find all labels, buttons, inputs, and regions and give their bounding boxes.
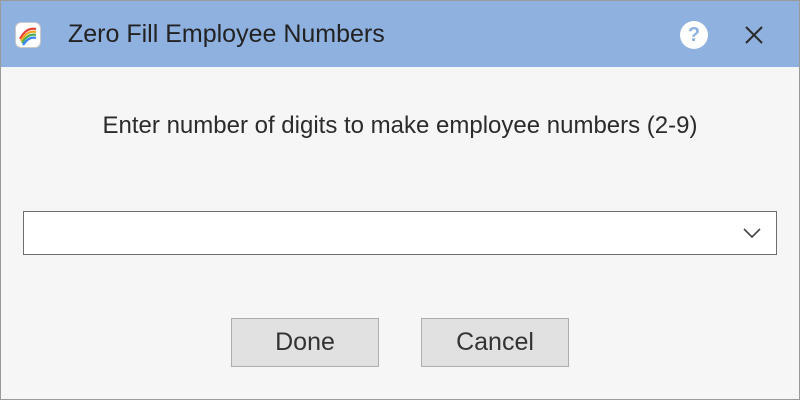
- chevron-down-icon[interactable]: [742, 225, 762, 241]
- close-icon: [745, 26, 763, 44]
- done-button[interactable]: Done: [231, 318, 379, 367]
- help-button[interactable]: ?: [675, 18, 713, 52]
- digits-prompt-label: Enter number of digits to make employee …: [102, 112, 698, 139]
- window-title: Zero Fill Employee Numbers: [68, 20, 385, 48]
- digits-select[interactable]: [23, 211, 777, 255]
- rainbow-app-icon: [15, 22, 41, 48]
- close-button[interactable]: [733, 17, 775, 53]
- cancel-button[interactable]: Cancel: [421, 318, 569, 367]
- zero-fill-dialog: Zero Fill Employee Numbers ? Enter numbe…: [0, 0, 800, 400]
- question-icon: ?: [680, 21, 708, 49]
- title-bar[interactable]: Zero Fill Employee Numbers ?: [1, 1, 799, 67]
